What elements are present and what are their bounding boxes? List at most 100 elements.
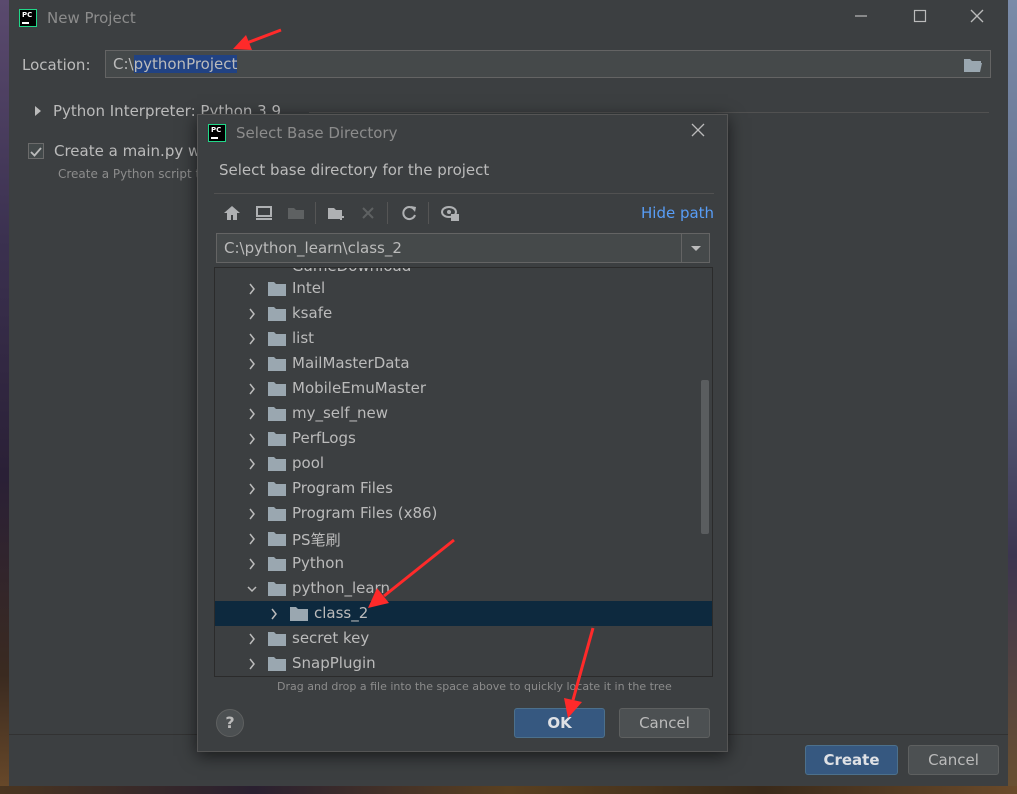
folder-icon [268, 582, 286, 596]
tree-row[interactable]: Program Files [215, 476, 712, 501]
ok-button[interactable]: OK [514, 708, 605, 738]
folder-icon [268, 532, 286, 546]
tree-row[interactable]: ksafe [215, 301, 712, 326]
tree-row[interactable]: python_learn [215, 576, 712, 601]
folder-icon [268, 557, 286, 571]
tree-item-label: PerfLogs [292, 429, 356, 447]
chevron-right-icon[interactable] [246, 457, 258, 471]
tree-item-label: MobileEmuMaster [292, 379, 427, 397]
tree-row[interactable]: Python [215, 551, 712, 576]
chevron-right-icon[interactable] [246, 657, 258, 671]
location-input[interactable]: C:\pythonProject [105, 50, 991, 78]
folder-icon [268, 282, 286, 296]
chevron-right-icon[interactable] [246, 507, 258, 521]
close-window-button[interactable] [959, 6, 995, 30]
tree-row[interactable]: SnapPlugin [215, 651, 712, 676]
chevron-right-icon[interactable] [246, 532, 258, 546]
tree-item-label: PS笔刷 [292, 531, 341, 549]
tree-row[interactable]: MailMasterData [215, 351, 712, 376]
file-chooser-toolbar [214, 200, 714, 226]
minimize-icon [855, 15, 867, 17]
chevron-right-icon[interactable] [246, 332, 258, 346]
close-icon [970, 9, 984, 23]
tree-item-label: ksafe [292, 304, 333, 322]
tree-item-label: GameDownload [292, 268, 411, 275]
folder-icon [268, 382, 286, 396]
toolbar-separator [428, 202, 429, 224]
maximize-icon [913, 9, 927, 23]
tree-row[interactable]: list [215, 326, 712, 351]
tree-row[interactable]: my_self_new [215, 401, 712, 426]
browse-folder-icon[interactable] [963, 57, 983, 73]
tree-row[interactable]: Program Files (x86) [215, 501, 712, 526]
dialog-divider [214, 193, 714, 194]
home-icon[interactable] [222, 203, 242, 223]
tree-item-label: pool [292, 454, 325, 472]
folder-icon [290, 607, 308, 621]
path-input[interactable]: C:\python_learn\class_2 [216, 233, 710, 263]
tree-row[interactable]: class_2 [215, 601, 712, 626]
tree-scrollbar[interactable] [701, 380, 709, 534]
tree-item-label: my_self_new [292, 404, 388, 422]
new-folder-icon[interactable] [326, 203, 346, 223]
path-history-dropdown[interactable] [681, 234, 709, 262]
tree-row[interactable]: Intel [215, 276, 712, 301]
maximize-button[interactable] [902, 6, 938, 30]
create-button[interactable]: Create [805, 745, 898, 775]
tree-item-label: python_learn [292, 579, 390, 597]
chevron-right-icon[interactable] [246, 557, 258, 571]
chevron-right-icon[interactable] [246, 282, 258, 296]
directory-tree[interactable]: GameDownload Intel ksafe list MailMasterDat… [214, 267, 713, 677]
help-button[interactable]: ? [216, 709, 244, 737]
window-title: New Project [47, 9, 136, 27]
dialog-cancel-button[interactable]: Cancel [619, 708, 710, 738]
tree-item-label: Python [292, 554, 344, 572]
checkmark-icon [30, 147, 42, 157]
chevron-right-icon[interactable] [268, 607, 280, 621]
chevron-right-icon[interactable] [246, 482, 258, 496]
pycharm-logo-icon: PC [19, 9, 37, 27]
tree-item-label: secret key [292, 629, 370, 647]
pycharm-logo-icon: PC [208, 124, 226, 142]
tree-row[interactable]: PS笔刷 [215, 526, 712, 551]
location-prefix: C:\ [113, 55, 134, 73]
toolbar-separator [315, 202, 316, 224]
chevron-right-icon[interactable] [246, 632, 258, 646]
chevron-right-icon[interactable] [33, 104, 43, 118]
show-hidden-icon[interactable] [440, 203, 460, 223]
toolbar-separator [387, 202, 388, 224]
create-main-checkbox[interactable] [28, 143, 44, 159]
chevron-right-icon[interactable] [246, 382, 258, 396]
refresh-icon[interactable] [399, 203, 419, 223]
desktop-background-left [0, 0, 9, 794]
hide-path-link[interactable]: Hide path [641, 204, 714, 222]
minimize-button[interactable] [843, 6, 879, 30]
dialog-title: Select Base Directory [236, 124, 398, 142]
tree-item-label: Program Files (x86) [292, 504, 438, 522]
tree-row[interactable]: pool [215, 451, 712, 476]
chevron-right-icon[interactable] [246, 432, 258, 446]
section-divider [309, 112, 989, 113]
chevron-right-icon[interactable] [246, 357, 258, 371]
dialog-description: Select base directory for the project [219, 161, 490, 179]
desktop-background-bottom [0, 786, 1017, 794]
desktop-icon[interactable] [254, 203, 274, 223]
tree-row[interactable]: secret key [215, 626, 712, 651]
title-bar[interactable]: PC New Project [9, 0, 1008, 36]
chevron-down-icon[interactable] [246, 582, 258, 596]
tree-row[interactable]: PerfLogs [215, 426, 712, 451]
close-icon [691, 123, 705, 137]
folder-icon [268, 407, 286, 421]
cancel-button[interactable]: Cancel [908, 745, 999, 775]
chevron-right-icon[interactable] [246, 307, 258, 321]
select-base-directory-dialog: PC Select Base Directory Select base dir… [197, 114, 728, 752]
location-label: Location: [22, 56, 91, 74]
folder-icon [268, 457, 286, 471]
tree-row[interactable]: MobileEmuMaster [215, 376, 712, 401]
folder-icon [268, 357, 286, 371]
location-selected-text: pythonProject [133, 55, 238, 73]
dialog-close-button[interactable] [688, 121, 708, 142]
tree-item-label: class_2 [314, 604, 369, 622]
folder-icon [268, 307, 286, 321]
chevron-right-icon[interactable] [246, 407, 258, 421]
